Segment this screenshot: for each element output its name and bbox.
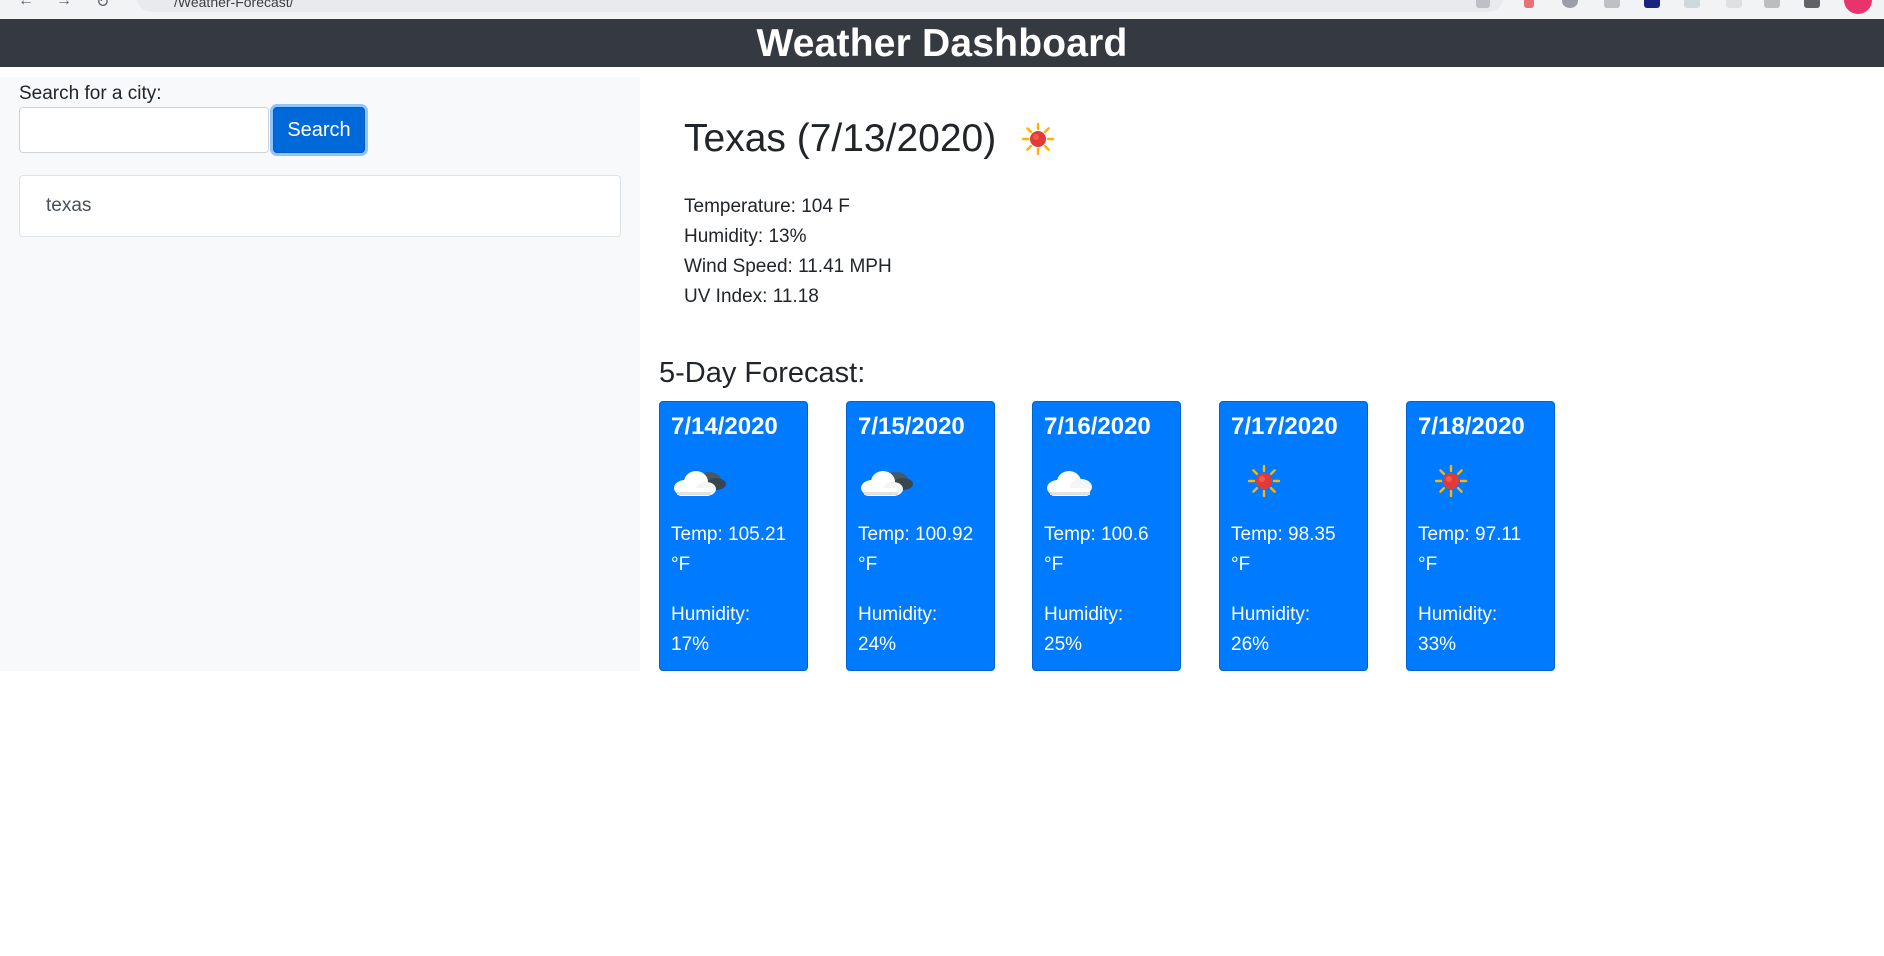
- forecast-humidity-label: Humidity:: [671, 604, 751, 625]
- forecast-humidity-value: 17%: [671, 634, 710, 655]
- profile-avatar[interactable]: [1844, 0, 1872, 14]
- current-uv-index: UV Index: 11.18: [684, 286, 819, 307]
- forecast-humidity-label: Humidity:: [1418, 604, 1498, 625]
- extension-icon[interactable]: [1726, 0, 1742, 8]
- forecast-humidity-label: Humidity:: [1044, 604, 1124, 625]
- forecast-humidity: Humidity: 24%: [858, 600, 983, 660]
- forecast-temp-value: Temp: 98.35: [1231, 524, 1336, 545]
- forecast-temp: Temp: 100.92 °F: [858, 520, 983, 580]
- forecast-humidity-value: 26%: [1231, 634, 1270, 655]
- forecast-card: 7/17/2020 Temp: 98.35 °F Humidity: 26%: [1219, 401, 1368, 671]
- bookmark-star-icon[interactable]: [1476, 0, 1490, 8]
- current-weather-title: Texas (7/13/2020): [684, 115, 1055, 163]
- forecast-temp: Temp: 105.21 °F: [671, 520, 796, 580]
- extension-icon[interactable]: [1562, 0, 1578, 8]
- reload-icon[interactable]: ↻: [96, 0, 109, 12]
- forecast-temp-unit: °F: [858, 554, 878, 575]
- extension-icon[interactable]: [1764, 0, 1780, 8]
- forecast-temp-value: Temp: 100.6: [1044, 524, 1149, 545]
- forecast-humidity: Humidity: 25%: [1044, 600, 1169, 660]
- sun-icon: [1418, 454, 1543, 510]
- forecast-date: 7/18/2020: [1418, 413, 1525, 440]
- forecast-temp: Temp: 100.6 °F: [1044, 520, 1169, 580]
- forecast-date: 7/15/2020: [858, 413, 965, 440]
- forecast-temp-value: Temp: 100.92: [858, 524, 974, 545]
- forecast-date: 7/17/2020: [1231, 413, 1338, 440]
- forecast-humidity-label: Humidity:: [1231, 604, 1311, 625]
- extension-icon[interactable]: [1524, 0, 1534, 8]
- forecast-temp: Temp: 98.35 °F: [1231, 520, 1356, 580]
- extensions-puzzle-icon[interactable]: [1804, 0, 1820, 8]
- forecast-humidity-label: Humidity:: [858, 604, 938, 625]
- cloud-dark-icon: [858, 454, 983, 510]
- extension-icon[interactable]: [1644, 0, 1660, 8]
- forecast-temp: Temp: 97.11 °F: [1418, 520, 1543, 580]
- main-content: Texas (7/13/2020) Temperature: 104 F Hum…: [640, 77, 1884, 956]
- back-icon[interactable]: ←: [18, 0, 34, 10]
- forecast-temp-value: Temp: 105.21: [671, 524, 787, 545]
- forecast-date: 7/14/2020: [671, 413, 778, 440]
- sun-icon: [1231, 454, 1356, 510]
- forecast-card: 7/14/2020 Temp: 105.21 °F Humidity: 17%: [659, 401, 808, 671]
- current-weather-stats: Temperature: 104 F Humidity: 13% Wind Sp…: [684, 192, 892, 312]
- forecast-heading: 5-Day Forecast:: [659, 357, 866, 389]
- address-url: /Weather-Forecast/: [174, 0, 294, 10]
- current-wind-speed: Wind Speed: 11.41 MPH: [684, 256, 892, 277]
- search-history-list: texas: [19, 175, 621, 237]
- forward-icon[interactable]: →: [56, 0, 72, 10]
- forecast-temp-unit: °F: [1231, 554, 1251, 575]
- forecast-humidity: Humidity: 33%: [1418, 600, 1543, 660]
- current-temperature: Temperature: 104 F: [684, 196, 850, 217]
- forecast-temp-unit: °F: [671, 554, 691, 575]
- current-weather: Texas (7/13/2020): [684, 115, 1055, 163]
- forecast-card: 7/15/2020 Temp: 100.92 °F Humidity: 24%: [846, 401, 995, 671]
- search-history-item[interactable]: texas: [19, 175, 621, 237]
- forecast-temp-value: Temp: 97.11: [1418, 524, 1522, 545]
- app-header: Weather Dashboard: [0, 19, 1884, 67]
- extension-icon[interactable]: [1684, 0, 1700, 8]
- current-humidity: Humidity: 13%: [684, 226, 807, 247]
- forecast-temp-unit: °F: [1418, 554, 1438, 575]
- cloud-dark-icon: [671, 454, 796, 510]
- forecast-humidity-value: 25%: [1044, 634, 1083, 655]
- page-title: Weather Dashboard: [756, 22, 1128, 65]
- browser-chrome: ← → ↻ /Weather-Forecast/: [0, 0, 1884, 19]
- forecast-humidity-value: 33%: [1418, 634, 1457, 655]
- search-button[interactable]: Search: [273, 107, 365, 153]
- forecast-humidity: Humidity: 17%: [671, 600, 796, 660]
- sun-icon: [1021, 122, 1055, 156]
- forecast-temp-unit: °F: [1044, 554, 1064, 575]
- cloud-icon: [1044, 454, 1169, 510]
- forecast-date: 7/16/2020: [1044, 413, 1151, 440]
- sidebar: Search for a city: Search texas: [0, 77, 640, 671]
- address-bar[interactable]: [136, 0, 1504, 12]
- forecast-card: 7/18/2020 Temp: 97.11 °F Humidity: 33%: [1406, 401, 1555, 671]
- forecast-humidity: Humidity: 26%: [1231, 600, 1356, 660]
- extension-icon[interactable]: [1604, 0, 1620, 8]
- search-input[interactable]: [19, 107, 269, 153]
- city-date-heading: Texas (7/13/2020): [684, 117, 997, 160]
- search-label: Search for a city:: [19, 83, 162, 104]
- forecast-humidity-value: 24%: [858, 634, 897, 655]
- forecast-card: 7/16/2020 Temp: 100.6 °F Humidity: 25%: [1032, 401, 1181, 671]
